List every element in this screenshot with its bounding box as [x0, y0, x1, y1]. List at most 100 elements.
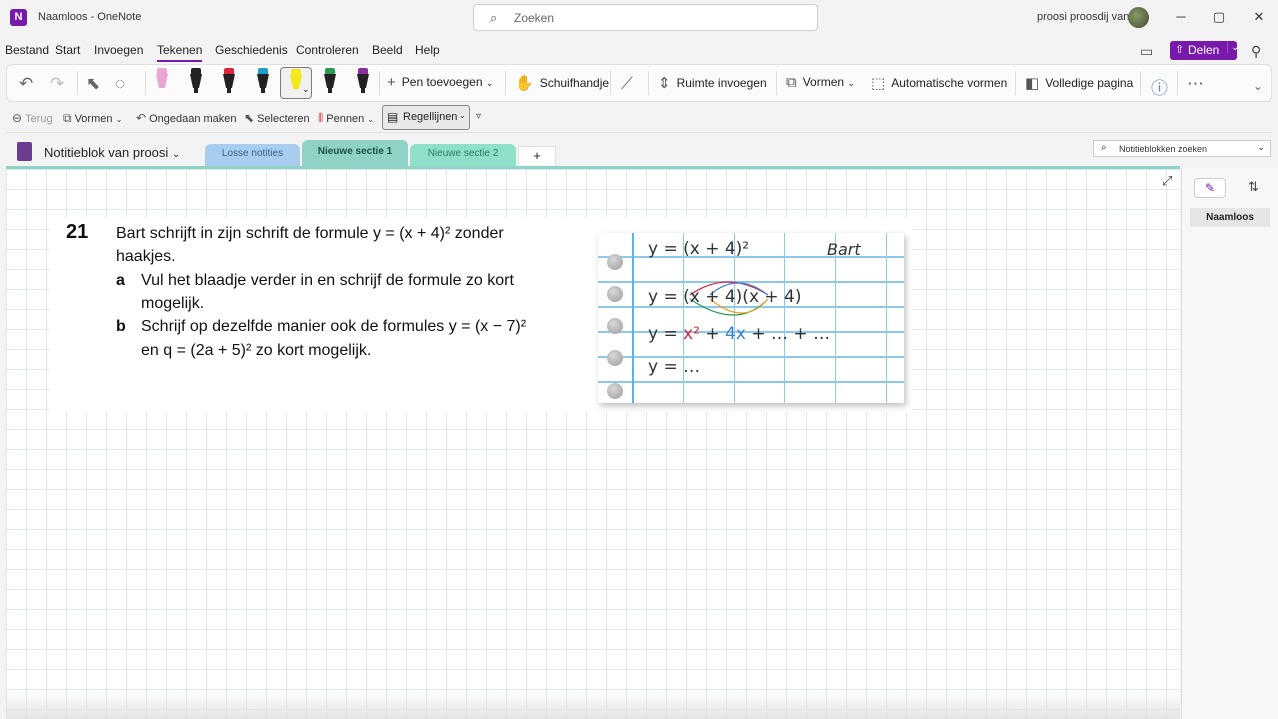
- tab-losse-notities[interactable]: Losse notities: [205, 144, 300, 166]
- highlighter-icon: [289, 69, 303, 97]
- divider: [77, 71, 78, 95]
- shapes-button[interactable]: ⧉ Vormen ⌄: [786, 74, 855, 91]
- tab-nieuwe-sectie-2[interactable]: Nieuwe sectie 2: [410, 144, 516, 166]
- menu-start[interactable]: Start: [55, 43, 80, 57]
- hand-tool-button[interactable]: ✋ Schuifhandje: [515, 74, 609, 92]
- select-label: Selecteren: [257, 113, 310, 125]
- line-3-plus: +: [700, 324, 726, 344]
- sort-pages-icon[interactable]: ⇅: [1248, 179, 1259, 195]
- select-pointer-icon[interactable]: ⬉: [86, 74, 100, 94]
- help-icon[interactable]: ⓘ: [1151, 74, 1168, 99]
- notebook-illustration: y = (x + 4)² Bart y = (x + 4)(x + 4) y =…: [598, 233, 904, 403]
- add-pen-button[interactable]: + Pen toevoegen ⌄: [387, 74, 493, 91]
- minimize-button[interactable]: ─: [1171, 8, 1191, 26]
- notebook-view-icon[interactable]: ▭: [1140, 43, 1153, 60]
- back-button[interactable]: ⊖ Terug: [12, 111, 53, 125]
- chevron-down-icon: ⌄: [171, 149, 181, 160]
- divider: [648, 71, 649, 95]
- draw-ribbon: ↶ ↷ ⬉ ◌ ⌄ + Pen toevoegen ⌄ ✋ Schuifhandje…: [6, 64, 1272, 102]
- part-b-text: Schrijf op dezelfde manier ook de formul…: [141, 318, 527, 335]
- close-button[interactable]: ✕: [1249, 8, 1269, 26]
- pen-pink[interactable]: [155, 68, 169, 96]
- notebook-search-input[interactable]: ⌕ Notitieblokken zoeken ⌄: [1093, 140, 1271, 157]
- menu-tekenen[interactable]: Tekenen: [157, 43, 203, 62]
- pen-red[interactable]: [222, 68, 236, 96]
- divider: [776, 71, 777, 95]
- hand-icon: ✋: [515, 75, 534, 92]
- restore-button[interactable]: ▢: [1209, 8, 1229, 26]
- insert-space-icon: ⇕: [658, 75, 671, 92]
- menu-invoegen[interactable]: Invoegen: [94, 43, 143, 57]
- undo-icon[interactable]: ↶: [19, 74, 33, 94]
- part-b-label: b: [116, 318, 126, 335]
- line-3-end: + … + …: [745, 324, 831, 344]
- page-list-item[interactable]: Naamloos: [1190, 208, 1270, 227]
- menu-controleren[interactable]: Controleren: [296, 43, 359, 57]
- margin-line: [632, 233, 634, 403]
- add-pen-label: Pen toevoegen: [401, 75, 483, 89]
- shapes-menu-button[interactable]: ⧉ Vormen ⌄: [63, 111, 122, 126]
- notebook-search-placeholder: Notitieblokken zoeken: [1119, 144, 1208, 154]
- ruler-icon[interactable]: ⟋: [621, 74, 633, 94]
- full-page-button[interactable]: ◧ Volledige pagina: [1025, 74, 1133, 92]
- chevron-down-icon[interactable]: ⌄: [1253, 79, 1263, 93]
- back-label: Terug: [25, 113, 53, 125]
- page-fade: [6, 690, 1180, 719]
- pens-button[interactable]: ⦀ Pennen ⌄: [318, 111, 374, 126]
- divider: [1015, 71, 1016, 95]
- full-page-icon: ◧: [1025, 75, 1040, 92]
- lasso-icon[interactable]: ◌: [115, 74, 125, 94]
- part-a-text-cont: mogelijk.: [141, 295, 205, 312]
- tab-nieuwe-sectie-1[interactable]: Nieuwe sectie 1: [302, 140, 408, 168]
- auto-shapes-button[interactable]: ⬚ Automatische vormen: [871, 74, 1007, 92]
- insert-space-button[interactable]: ⇕ Ruimte invoegen: [658, 74, 767, 92]
- line-3-start: y =: [648, 324, 684, 344]
- add-page-button[interactable]: ✎: [1194, 178, 1226, 198]
- pointer-icon: ⬉: [244, 111, 255, 125]
- hand-label: Schuifhandje: [539, 76, 610, 90]
- redo-icon[interactable]: ↷: [50, 74, 64, 94]
- highlighter-yellow[interactable]: ⌄: [280, 67, 312, 99]
- pen-blue[interactable]: [256, 68, 270, 96]
- expand-icon[interactable]: ⤢: [1162, 173, 1172, 189]
- menu-bestand[interactable]: Bestand: [5, 43, 49, 57]
- chevron-down-icon[interactable]: ⌄: [1227, 42, 1239, 53]
- search-icon: ⌕: [1101, 142, 1107, 153]
- menu-geschiedenis[interactable]: Geschiedenis: [215, 43, 288, 57]
- menu-beeld[interactable]: Beeld: [372, 43, 403, 57]
- auto-shapes-label: Automatische vormen: [891, 76, 1008, 90]
- add-section-button[interactable]: +: [518, 146, 556, 165]
- share-label: Delen: [1188, 43, 1220, 57]
- chevron-down-icon[interactable]: ⌄: [302, 84, 310, 95]
- menu-help[interactable]: Help: [415, 43, 440, 57]
- exercise-number: 21: [66, 221, 89, 243]
- search-input[interactable]: ⌕ Zoeken: [473, 4, 818, 31]
- undo-button[interactable]: ↶ Ongedaan maken: [136, 111, 237, 125]
- divider: [379, 71, 380, 95]
- chevron-down-icon[interactable]: ⌄: [1257, 142, 1265, 153]
- search-icon: ⌕: [490, 10, 498, 25]
- page-list-panel: ✎ ⇅ Naamloos: [1181, 168, 1278, 719]
- rule-lines-button[interactable]: ▤ Regellijnen ⌄: [382, 105, 470, 130]
- pen-purple[interactable]: [356, 68, 370, 96]
- customize-toolbar-icon[interactable]: ▿: [476, 111, 481, 122]
- feedback-icon[interactable]: ⚲: [1251, 43, 1261, 60]
- divider: [505, 71, 506, 95]
- pen-green[interactable]: [323, 68, 337, 96]
- shapes-label: Vormen: [74, 113, 113, 125]
- notebook-picker[interactable]: Notitieblok van proosi ⌄: [44, 145, 180, 160]
- part-b-text-cont: en q = (2a + 5)² zo kort mogelijk.: [141, 342, 372, 359]
- full-page-label: Volledige pagina: [1045, 76, 1134, 90]
- rule-lines-label: Regellijnen: [403, 111, 458, 123]
- four-x-term: 4x: [725, 324, 746, 344]
- pen-black[interactable]: [189, 68, 203, 96]
- part-a-label: a: [116, 272, 125, 289]
- avatar[interactable]: [1128, 7, 1149, 28]
- shapes-label: Vormen: [802, 75, 845, 89]
- notebook-name: Notitieblok van proosi: [44, 145, 169, 160]
- chevron-down-icon: ⌄: [847, 78, 855, 88]
- share-button[interactable]: ⇧ Delen ⌄: [1170, 41, 1239, 60]
- more-icon[interactable]: ⋯: [1187, 74, 1204, 94]
- user-name[interactable]: proosi proosdij van: [1037, 11, 1129, 23]
- select-button[interactable]: ⬉ Selecteren: [244, 111, 310, 125]
